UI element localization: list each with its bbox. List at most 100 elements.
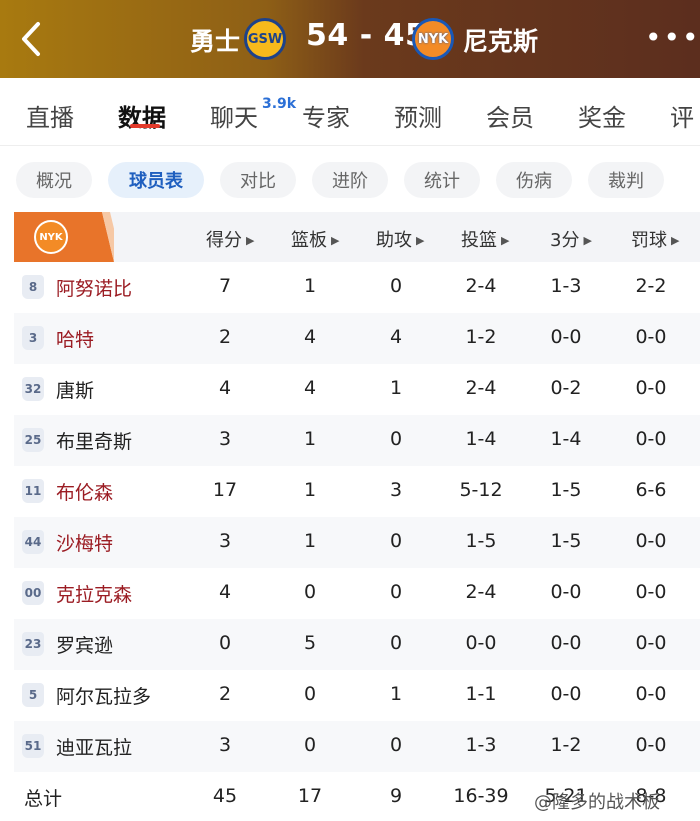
column-header-three-pointers[interactable]: 3分 ▶: [550, 226, 592, 252]
table-row[interactable]: 44 沙梅特 3 1 0 1-5 1-5 0-0: [14, 517, 700, 568]
player-name[interactable]: 布伦森: [56, 478, 113, 505]
tab-membership[interactable]: 会员: [486, 98, 534, 133]
column-header-rebounds[interactable]: 篮板 ▶: [291, 226, 339, 252]
tab-reviews[interactable]: 评: [670, 98, 694, 133]
subtab-referees[interactable]: 裁判: [588, 162, 664, 198]
player-name[interactable]: 罗宾逊: [56, 631, 113, 658]
cell-assists: 0: [389, 428, 403, 450]
cell-free-throws: 0-0: [635, 428, 667, 450]
gsw-logo-icon: GSW: [244, 18, 286, 60]
cell-points: 2: [218, 683, 232, 705]
cell-three-pointers: 1-2: [550, 734, 582, 756]
table-row[interactable]: 5 阿尔瓦拉多 2 0 1 1-1 0-0 0-0: [14, 670, 700, 721]
cell-three-pointers: 0-0: [550, 683, 582, 705]
cell-free-throws: 0-0: [635, 632, 667, 654]
table-row[interactable]: 11 布伦森 17 1 3 5-12 1-5 6-6: [14, 466, 700, 517]
active-tab-indicator: [130, 124, 160, 128]
back-icon[interactable]: [14, 18, 50, 60]
cell-assists: 0: [389, 581, 403, 603]
column-header-field-goals[interactable]: 投篮 ▶: [461, 226, 509, 252]
cell-rebounds: 4: [303, 377, 317, 399]
total-rebounds: 17: [297, 785, 323, 807]
cell-field-goals: 2-4: [465, 377, 497, 399]
cell-points: 7: [218, 275, 232, 297]
player-name[interactable]: 布里奇斯: [56, 427, 132, 454]
cell-free-throws: 0-0: [635, 377, 667, 399]
sort-arrow-icon: ▶: [501, 234, 510, 247]
cell-rebounds: 5: [303, 632, 317, 654]
tab-experts[interactable]: 专家: [302, 98, 350, 133]
player-name[interactable]: 唐斯: [56, 376, 94, 403]
tab-chat[interactable]: 聊天: [210, 98, 258, 133]
cell-points: 3: [218, 428, 232, 450]
cell-three-pointers: 1-5: [550, 479, 582, 501]
column-header-free-throws[interactable]: 罚球 ▶: [631, 226, 679, 252]
column-header-points[interactable]: 得分 ▶: [206, 226, 254, 252]
cell-rebounds: 1: [303, 479, 317, 501]
table-row[interactable]: 00 克拉克森 4 0 0 2-4 0-0 0-0: [14, 568, 700, 619]
table-row[interactable]: 3 哈特 2 4 4 1-2 0-0 0-0: [14, 313, 700, 364]
player-name[interactable]: 哈特: [56, 325, 94, 352]
cell-assists: 4: [389, 326, 403, 348]
cell-three-pointers: 0-2: [550, 377, 582, 399]
player-name[interactable]: 阿尔瓦拉多: [56, 682, 151, 709]
cell-rebounds: 0: [303, 581, 317, 603]
tab-predictions[interactable]: 预测: [394, 98, 442, 133]
cell-assists: 0: [389, 275, 403, 297]
cell-field-goals: 0-0: [465, 632, 497, 654]
cell-assists: 0: [389, 734, 403, 756]
total-field-goals: 16-39: [453, 785, 509, 807]
cell-assists: 1: [389, 683, 403, 705]
cell-rebounds: 0: [303, 734, 317, 756]
cell-points: 4: [218, 377, 232, 399]
cell-field-goals: 1-5: [465, 530, 497, 552]
cell-assists: 0: [389, 530, 403, 552]
subtab-overview[interactable]: 概况: [16, 162, 92, 198]
jersey-number-icon: 11: [22, 479, 44, 503]
jersey-number-icon: 32: [22, 377, 44, 401]
player-name[interactable]: 迪亚瓦拉: [56, 733, 132, 760]
player-name[interactable]: 克拉克森: [56, 580, 132, 607]
sort-arrow-icon: ▶: [246, 234, 255, 247]
jersey-number-icon: 23: [22, 632, 44, 656]
tab-live[interactable]: 直播: [26, 98, 74, 133]
cell-free-throws: 0-0: [635, 734, 667, 756]
cell-free-throws: 0-0: [635, 530, 667, 552]
sort-arrow-icon: ▶: [583, 234, 592, 247]
watermark-text: @隆多的战术板: [534, 792, 660, 813]
table-row[interactable]: 32 唐斯 4 4 1 2-4 0-2 0-0: [14, 364, 700, 415]
main-tab-bar: 直播 数据 聊天 专家 预测 会员 奖金 评: [0, 78, 700, 146]
subtab-injuries[interactable]: 伤病: [496, 162, 572, 198]
subtab-statistics[interactable]: 统计: [404, 162, 480, 198]
jersey-number-icon: 51: [22, 734, 44, 758]
jersey-number-icon: 3: [22, 326, 44, 350]
nyk-logo-icon: NYK: [412, 18, 454, 60]
game-header: 勇士 GSW 54 - 45 NYK 尼克斯 •••: [0, 0, 700, 78]
column-header-assists[interactable]: 助攻 ▶: [376, 226, 424, 252]
cell-field-goals: 1-2: [465, 326, 497, 348]
subtab-compare[interactable]: 对比: [220, 162, 296, 198]
game-score: 54 - 45: [306, 18, 427, 53]
subtab-advanced[interactable]: 进阶: [312, 162, 388, 198]
cell-free-throws: 0-0: [635, 581, 667, 603]
cell-points: 0: [218, 632, 232, 654]
sort-arrow-icon: ▶: [331, 234, 340, 247]
chat-count-badge: 3.9k: [262, 96, 297, 112]
table-row[interactable]: 51 迪亚瓦拉 3 0 0 1-3 1-2 0-0: [14, 721, 700, 772]
table-row[interactable]: 23 罗宾逊 0 5 0 0-0 0-0 0-0: [14, 619, 700, 670]
tab-bonus[interactable]: 奖金: [578, 98, 626, 133]
table-row[interactable]: 25 布里奇斯 3 1 0 1-4 1-4 0-0: [14, 415, 700, 466]
cell-three-pointers: 0-0: [550, 326, 582, 348]
cell-three-pointers: 1-5: [550, 530, 582, 552]
cell-rebounds: 1: [303, 530, 317, 552]
jersey-number-icon: 5: [22, 683, 44, 707]
cell-assists: 0: [389, 632, 403, 654]
cell-free-throws: 0-0: [635, 683, 667, 705]
player-name[interactable]: 阿努诺比: [56, 274, 132, 301]
cell-points: 4: [218, 581, 232, 603]
more-options-icon[interactable]: •••: [645, 24, 700, 52]
table-row[interactable]: 8 阿努诺比 7 1 0 2-4 1-3 2-2: [14, 262, 700, 313]
player-name[interactable]: 沙梅特: [56, 529, 113, 556]
subtab-player-stats[interactable]: 球员表: [108, 162, 204, 198]
stats-table-header: NYK 得分 ▶ 篮板 ▶ 助攻 ▶ 投篮 ▶ 3分 ▶ 罚球 ▶: [14, 212, 700, 262]
